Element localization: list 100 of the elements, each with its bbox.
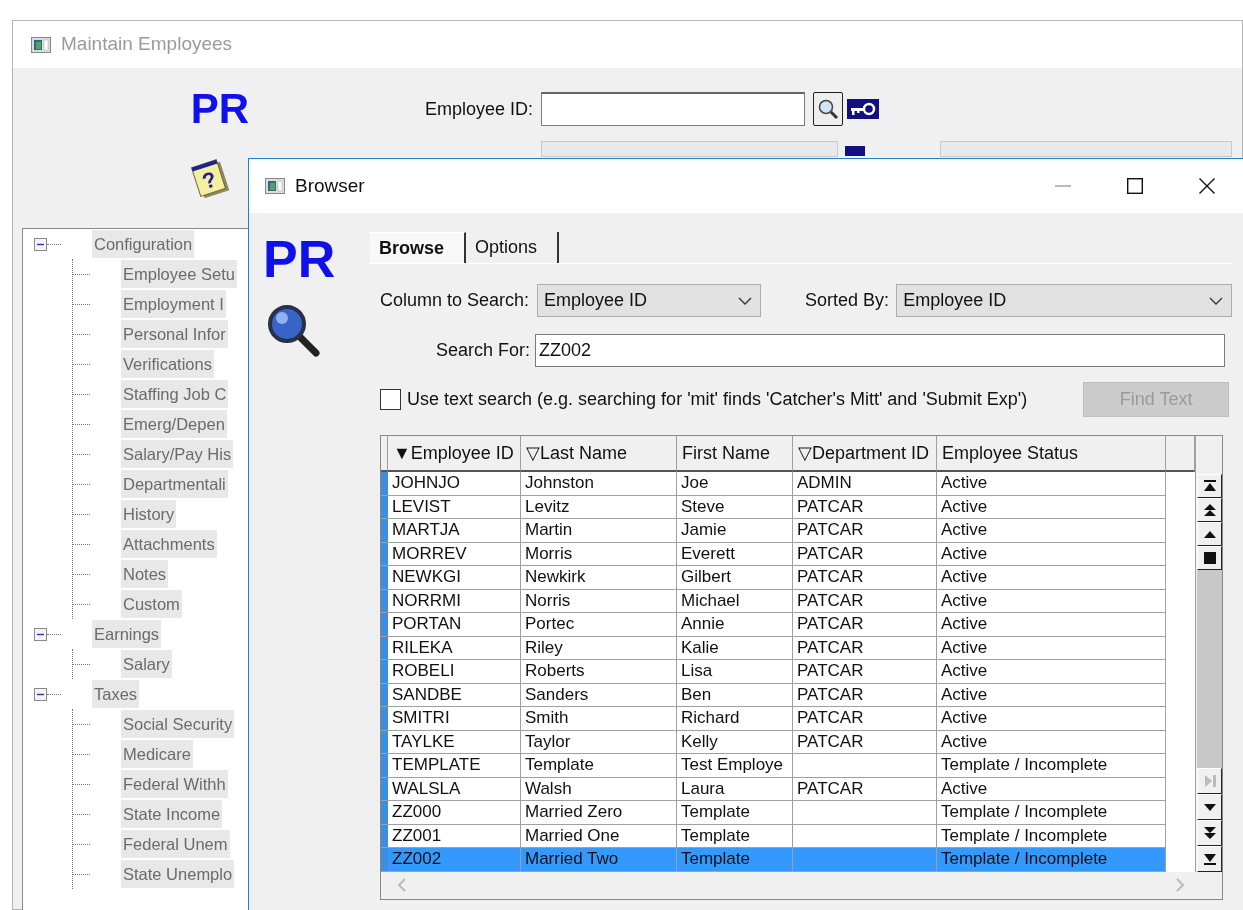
column-header[interactable]: ▼Employee ID xyxy=(388,436,521,472)
table-cell[interactable] xyxy=(793,801,937,825)
table-cell[interactable] xyxy=(793,824,937,848)
table-cell[interactable]: PATCAR xyxy=(793,542,937,566)
table-cell[interactable]: NORRMI xyxy=(388,589,521,613)
table-cell[interactable]: Template / Incomplete xyxy=(937,801,1166,825)
table-cell[interactable]: Jamie xyxy=(677,519,793,543)
table-cell[interactable]: TEMPLATE xyxy=(388,754,521,778)
table-cell[interactable]: Newkirk xyxy=(521,566,677,590)
tree-item[interactable]: Attachments xyxy=(121,530,217,558)
table-cell[interactable] xyxy=(793,848,937,872)
column-header[interactable] xyxy=(1166,436,1195,472)
table-cell[interactable]: Active xyxy=(937,495,1166,519)
table-cell[interactable]: Active xyxy=(937,589,1166,613)
table-cell[interactable]: ROBELI xyxy=(388,660,521,684)
tree-item[interactable]: Employee Setu xyxy=(121,260,237,288)
table-cell[interactable]: Smith xyxy=(521,707,677,731)
tree-item[interactable]: Emerg/Depen xyxy=(121,410,227,438)
table-cell[interactable]: PATCAR xyxy=(793,730,937,754)
table-cell[interactable]: Template xyxy=(677,848,793,872)
table-cell[interactable]: PATCAR xyxy=(793,495,937,519)
table-cell[interactable]: Walsh xyxy=(521,777,677,801)
table-cell[interactable]: LEVIST xyxy=(388,495,521,519)
skip-button[interactable] xyxy=(1197,767,1222,794)
table-cell[interactable]: PATCAR xyxy=(793,589,937,613)
table-cell[interactable]: JOHNJO xyxy=(388,472,521,496)
table-cell[interactable]: SANDBE xyxy=(388,683,521,707)
table-cell[interactable]: PATCAR xyxy=(793,566,937,590)
table-cell[interactable]: WALSLA xyxy=(388,777,521,801)
table-cell[interactable]: Steve xyxy=(677,495,793,519)
table-cell[interactable]: Ben xyxy=(677,683,793,707)
table-cell[interactable]: Template / Incomplete xyxy=(937,754,1166,778)
tree-item[interactable]: Federal Unem xyxy=(121,830,230,858)
table-cell[interactable]: Active xyxy=(937,519,1166,543)
table-cell[interactable]: Template xyxy=(677,824,793,848)
dropdown[interactable]: Employee ID xyxy=(896,284,1233,317)
column-header[interactable]: ▽Department ID xyxy=(793,436,937,472)
table-cell[interactable]: Template xyxy=(677,801,793,825)
table-cell[interactable]: Kalie xyxy=(677,636,793,660)
tree-item[interactable]: Departmentali xyxy=(121,470,228,498)
table-cell[interactable]: Married One xyxy=(521,824,677,848)
table-cell[interactable]: SMITRI xyxy=(388,707,521,731)
tree-item[interactable]: Personal Infor xyxy=(121,320,228,348)
table-cell[interactable]: Riley xyxy=(521,636,677,660)
table-cell[interactable]: Married Two xyxy=(521,848,677,872)
table-cell[interactable]: Active xyxy=(937,542,1166,566)
table-cell[interactable]: MORREV xyxy=(388,542,521,566)
collapse-icon[interactable] xyxy=(34,237,47,251)
table-cell[interactable]: Johnston xyxy=(521,472,677,496)
scroll-down-button[interactable] xyxy=(1197,793,1222,820)
input-field[interactable] xyxy=(541,92,806,126)
stop-button[interactable] xyxy=(1197,546,1222,570)
table-cell[interactable]: Gilbert xyxy=(677,566,793,590)
tree-item[interactable]: Configuration xyxy=(92,230,195,258)
table-cell[interactable]: Active xyxy=(937,683,1166,707)
table-cell[interactable]: Active xyxy=(937,660,1166,684)
table-cell[interactable]: Template / Incomplete xyxy=(937,824,1166,848)
tree-item[interactable]: Staffing Job C xyxy=(121,380,229,408)
table-cell[interactable]: Active xyxy=(937,566,1166,590)
table-cell[interactable]: Laura xyxy=(677,777,793,801)
table-cell[interactable]: PATCAR xyxy=(793,613,937,637)
table-cell[interactable]: MARTJA xyxy=(388,519,521,543)
scroll-up-button[interactable] xyxy=(1197,522,1222,546)
table-cell[interactable]: Active xyxy=(937,777,1166,801)
table-cell[interactable]: Active xyxy=(937,707,1166,731)
page-down-button[interactable] xyxy=(1197,819,1222,846)
collapse-icon[interactable] xyxy=(34,627,47,641)
table-cell[interactable]: PATCAR xyxy=(793,636,937,660)
table-cell[interactable]: PATCAR xyxy=(793,660,937,684)
table-cell[interactable]: Martin xyxy=(521,519,677,543)
tree-item[interactable]: Medicare xyxy=(121,740,193,768)
search-button[interactable] xyxy=(813,92,844,126)
tree-item[interactable]: State Income xyxy=(121,800,223,828)
table-cell[interactable]: Norris xyxy=(521,589,677,613)
tree-item[interactable]: Notes xyxy=(121,560,169,588)
tree-item[interactable]: Verifications xyxy=(121,350,214,378)
tree-item[interactable]: Earnings xyxy=(92,620,162,648)
table-cell[interactable]: Kelly xyxy=(677,730,793,754)
tree-item[interactable]: State Unemplo xyxy=(121,860,235,888)
table-cell[interactable]: NEWKGI xyxy=(388,566,521,590)
table-cell[interactable]: Joe xyxy=(677,472,793,496)
table-cell[interactable]: Portec xyxy=(521,613,677,637)
table-cell[interactable]: ZZ002 xyxy=(388,848,521,872)
table-cell[interactable]: ADMIN xyxy=(793,472,937,496)
table-cell[interactable]: Richard xyxy=(677,707,793,731)
table-cell[interactable]: Morris xyxy=(521,542,677,566)
tree-item[interactable]: Salary xyxy=(121,650,172,678)
table-cell[interactable]: Active xyxy=(937,636,1166,660)
column-header[interactable]: ▽Last Name xyxy=(521,436,677,472)
table-cell[interactable] xyxy=(793,754,937,778)
table-cell[interactable]: Everett xyxy=(677,542,793,566)
table-cell[interactable]: Levitz xyxy=(521,495,677,519)
table-cell[interactable]: Active xyxy=(937,613,1166,637)
table-cell[interactable]: Active xyxy=(937,472,1166,496)
table-cell[interactable]: Taylor xyxy=(521,730,677,754)
table-cell[interactable]: Sanders xyxy=(521,683,677,707)
tree-item[interactable]: Employment I xyxy=(121,290,226,318)
table-cell[interactable]: TAYLKE xyxy=(388,730,521,754)
table-cell[interactable]: Active xyxy=(937,730,1166,754)
table-cell[interactable]: PATCAR xyxy=(793,683,937,707)
